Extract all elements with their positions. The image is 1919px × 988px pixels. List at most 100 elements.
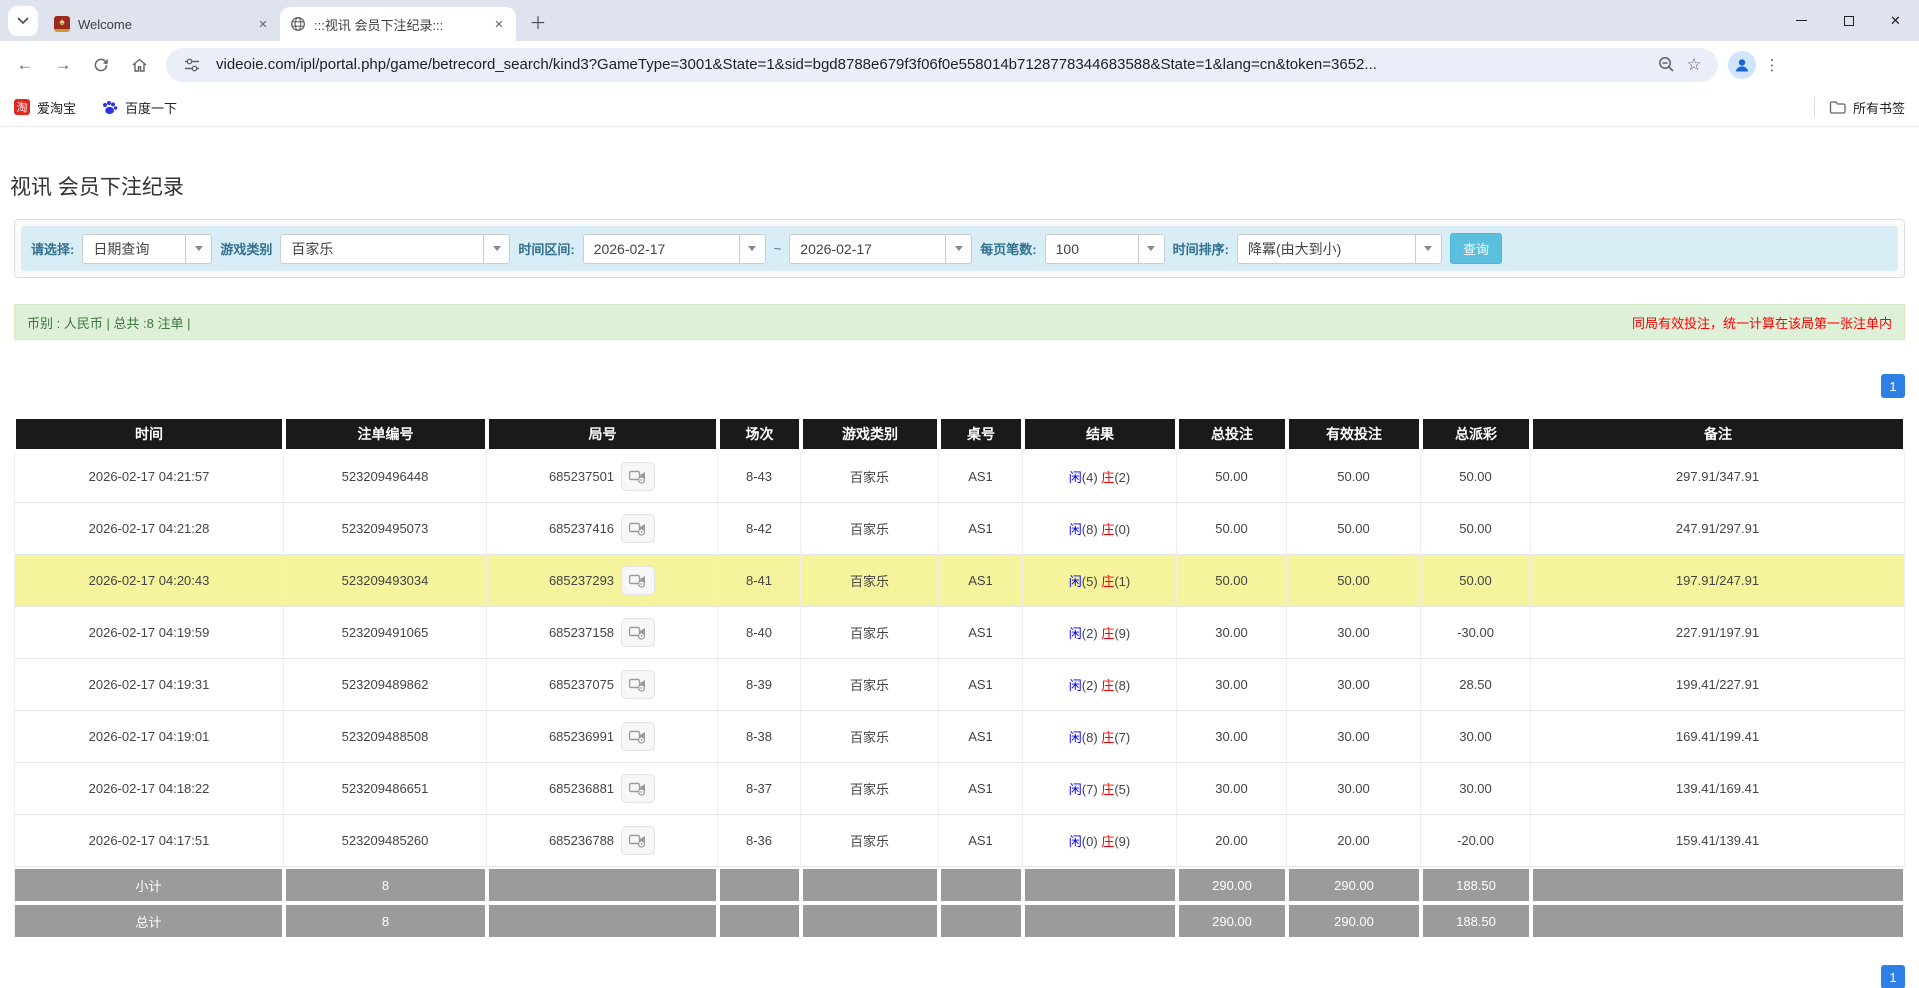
tab-search-button[interactable] xyxy=(8,6,38,36)
cell-result: 闲(8) 庄(0) xyxy=(1023,503,1177,555)
reload-icon xyxy=(93,57,109,73)
round-number: 685237075 xyxy=(549,677,614,692)
tab-bet-records[interactable]: :::视讯 会员下注纪录::: ✕ xyxy=(280,7,516,41)
player-result: 闲 xyxy=(1069,626,1082,641)
cell-total-bet[interactable]: 30.00 xyxy=(1177,711,1287,763)
round-number: 685237416 xyxy=(549,521,614,536)
subtotal-label: 小计 xyxy=(14,867,284,903)
cell-game-type: 百家乐 xyxy=(801,659,939,711)
column-header: 局号 xyxy=(487,417,718,451)
reload-button[interactable] xyxy=(84,48,118,82)
table-row: 2026-02-17 04:20:43523209493034685237293… xyxy=(14,555,1905,607)
tab-welcome[interactable]: ♠ Welcome ✕ xyxy=(44,7,280,41)
minimize-button[interactable] xyxy=(1778,0,1825,41)
video-replay-button[interactable] xyxy=(621,774,655,803)
maximize-button[interactable] xyxy=(1825,0,1872,41)
cell-bet-id: 523209485260 xyxy=(284,815,487,867)
back-button[interactable]: ← xyxy=(8,48,42,82)
poker-favicon-icon: ♠ xyxy=(54,16,70,32)
url-text[interactable]: videoie.com/ipl/portal.php/game/betrecor… xyxy=(216,56,1652,73)
cell-time: 2026-02-17 04:19:59 xyxy=(14,607,284,659)
browser-menu-icon[interactable]: ⋮ xyxy=(1760,51,1784,79)
cell-total-bet[interactable]: 30.00 xyxy=(1177,659,1287,711)
date-to-value: 2026-02-17 xyxy=(790,235,945,263)
cell-session: 8-41 xyxy=(718,555,801,607)
folder-icon xyxy=(1829,100,1846,114)
cell-remark: 199.41/227.91 xyxy=(1531,659,1905,711)
cell-result: 闲(2) 庄(8) xyxy=(1023,659,1177,711)
video-replay-button[interactable] xyxy=(621,826,655,855)
column-header: 总派彩 xyxy=(1421,417,1531,451)
sort-select[interactable]: 降冪(由大到小) xyxy=(1237,234,1442,264)
bookmark-baidu[interactable]: 百度一下 xyxy=(102,98,177,117)
dropdown-arrow-icon[interactable] xyxy=(739,235,765,263)
cell-total-bet[interactable]: 50.00 xyxy=(1177,503,1287,555)
video-replay-button[interactable] xyxy=(621,722,655,751)
query-button[interactable]: 查询 xyxy=(1450,233,1502,264)
dropdown-arrow-icon[interactable] xyxy=(185,235,211,263)
page-1-button[interactable]: 1 xyxy=(1881,965,1905,988)
cell-game-type: 百家乐 xyxy=(801,555,939,607)
cell-game-type: 百家乐 xyxy=(801,607,939,659)
new-tab-button[interactable]: ＋ xyxy=(524,7,552,35)
cell-round: 685237075 xyxy=(487,659,718,711)
cell-round: 685236788 xyxy=(487,815,718,867)
close-button[interactable]: ✕ xyxy=(1872,0,1919,41)
dropdown-arrow-icon[interactable] xyxy=(1138,235,1164,263)
round-number: 685236991 xyxy=(549,729,614,744)
round-number: 685236881 xyxy=(549,781,614,796)
cell-total-bet[interactable]: 50.00 xyxy=(1177,451,1287,503)
total-valid-bet: 290.00 xyxy=(1287,903,1421,939)
baidu-paw-icon xyxy=(102,100,118,115)
all-bookmarks-label: 所有书签 xyxy=(1853,98,1905,117)
cell-table-no: AS1 xyxy=(939,503,1023,555)
column-header: 时间 xyxy=(14,417,284,451)
date-from-value: 2026-02-17 xyxy=(584,235,739,263)
dropdown-arrow-icon[interactable] xyxy=(483,235,509,263)
bookmark-star-icon[interactable]: ☆ xyxy=(1680,51,1708,79)
bookmark-aitaobao[interactable]: 淘 爱淘宝 xyxy=(14,98,76,117)
page-size-value: 100 xyxy=(1046,235,1138,263)
cell-bet-id: 523209488508 xyxy=(284,711,487,763)
address-bar[interactable]: videoie.com/ipl/portal.php/game/betrecor… xyxy=(166,48,1718,82)
video-replay-button[interactable] xyxy=(621,462,655,491)
cell-game-type: 百家乐 xyxy=(801,711,939,763)
profile-avatar[interactable] xyxy=(1728,51,1756,79)
all-bookmarks-button[interactable]: 所有书签 xyxy=(1829,98,1905,117)
tab-close-icon[interactable]: ✕ xyxy=(490,15,508,33)
cell-total-bet[interactable]: 50.00 xyxy=(1177,555,1287,607)
cell-valid-bet: 50.00 xyxy=(1287,503,1421,555)
video-replay-button[interactable] xyxy=(621,618,655,647)
forward-button[interactable]: → xyxy=(46,48,80,82)
video-replay-button[interactable] xyxy=(621,566,655,595)
cell-time: 2026-02-17 04:20:43 xyxy=(14,555,284,607)
date-to-select[interactable]: 2026-02-17 xyxy=(789,234,972,264)
cell-valid-bet: 50.00 xyxy=(1287,555,1421,607)
dropdown-arrow-icon[interactable] xyxy=(1415,235,1441,263)
game-type-select[interactable]: 百家乐 xyxy=(280,234,510,264)
tab-close-icon[interactable]: ✕ xyxy=(254,15,272,33)
cell-total-bet[interactable]: 30.00 xyxy=(1177,763,1287,815)
dropdown-arrow-icon[interactable] xyxy=(945,235,971,263)
date-from-select[interactable]: 2026-02-17 xyxy=(583,234,766,264)
currency-summary: 币别 : 人民币 | 总共 :8 注单 | xyxy=(27,313,191,332)
zoom-out-icon[interactable] xyxy=(1652,51,1680,79)
cell-time: 2026-02-17 04:19:01 xyxy=(14,711,284,763)
bookmarks-divider xyxy=(1814,97,1815,117)
home-icon xyxy=(131,57,148,73)
cell-total-bet[interactable]: 20.00 xyxy=(1177,815,1287,867)
video-replay-button[interactable] xyxy=(621,514,655,543)
site-settings-icon[interactable] xyxy=(178,51,206,79)
home-button[interactable] xyxy=(122,48,156,82)
bookmarks-bar: 淘 爱淘宝 百度一下 所有书签 xyxy=(0,88,1919,127)
video-replay-button[interactable] xyxy=(621,670,655,699)
page-size-select[interactable]: 100 xyxy=(1045,234,1165,264)
sort-label: 时间排序: xyxy=(1173,239,1229,258)
player-result: 闲 xyxy=(1069,522,1082,537)
cell-result: 闲(2) 庄(9) xyxy=(1023,607,1177,659)
subtotal-count: 8 xyxy=(284,867,487,903)
cell-total-bet[interactable]: 30.00 xyxy=(1177,607,1287,659)
cell-valid-bet: 30.00 xyxy=(1287,763,1421,815)
query-type-select[interactable]: 日期查询 xyxy=(82,234,212,264)
page-1-button[interactable]: 1 xyxy=(1881,374,1905,398)
